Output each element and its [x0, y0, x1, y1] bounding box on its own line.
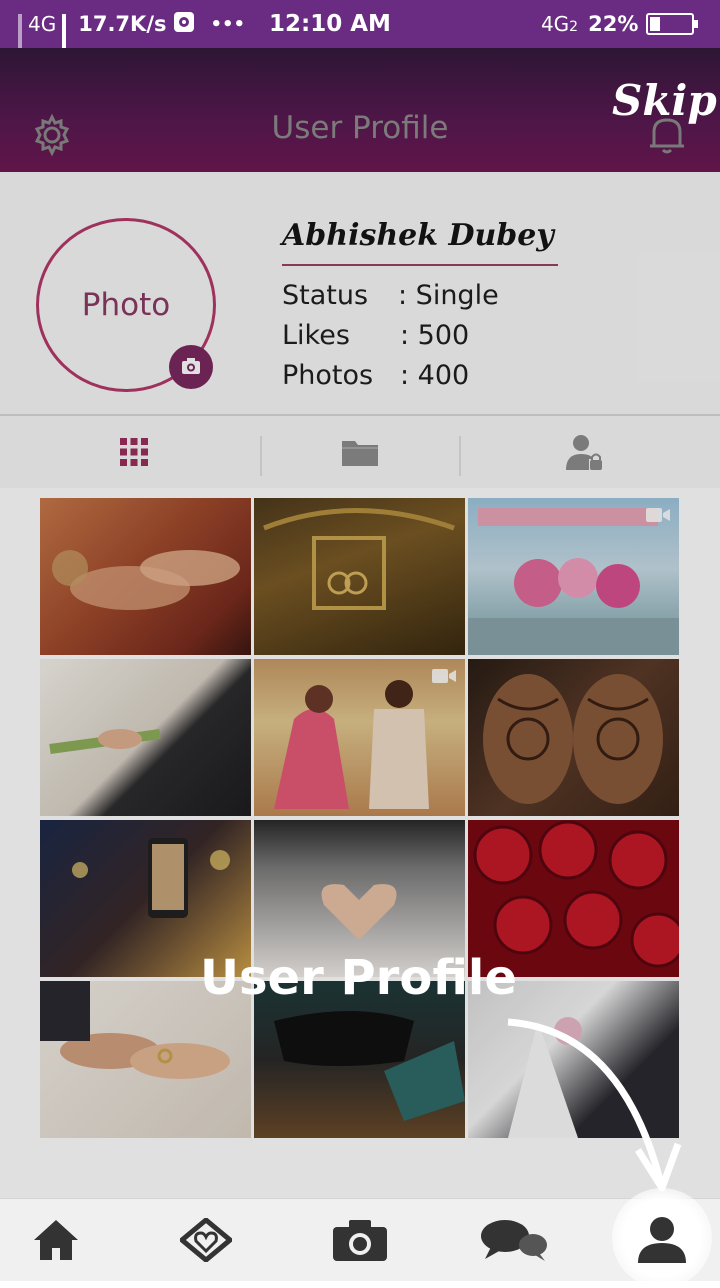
video-icon	[646, 508, 670, 522]
stat-likes: Likes : 500	[282, 320, 469, 351]
skip-button[interactable]: Skip	[612, 76, 717, 125]
nav-profile[interactable]	[614, 1200, 710, 1280]
battery-icon	[646, 13, 699, 35]
stat-label: Photos	[282, 360, 374, 391]
network-type-2: 4G2	[540, 12, 579, 36]
nav-camera[interactable]	[312, 1200, 408, 1280]
battery-percent: 22%	[588, 12, 639, 36]
stat-photos: Photos : 400	[282, 360, 469, 391]
gallery-photo[interactable]	[40, 659, 251, 816]
stat-status: Status : Single	[282, 280, 499, 311]
gallery-photo[interactable]	[468, 659, 679, 816]
signal-icon	[18, 14, 22, 62]
tab-grid[interactable]	[34, 416, 234, 488]
folder-icon	[342, 441, 378, 466]
photo-label: Photo	[81, 287, 171, 323]
arrow-icon	[507, 1018, 682, 1192]
more-dots: •••	[210, 13, 246, 35]
network-speed: 17.7K/s	[78, 12, 167, 36]
stat-value: : 400	[400, 360, 470, 391]
tab-private[interactable]	[484, 416, 684, 488]
stat-label: Status	[282, 280, 369, 311]
signal-strength-icon	[62, 14, 67, 62]
gallery-photo[interactable]	[254, 498, 465, 655]
change-photo-button[interactable]	[169, 345, 213, 389]
nav-chat[interactable]	[466, 1200, 562, 1280]
matches-icon	[180, 1218, 232, 1262]
tutorial-hint: User Profile	[200, 950, 517, 1006]
tab-folder[interactable]	[260, 416, 460, 488]
tab-separator	[260, 436, 262, 476]
network-type: 4G	[28, 12, 57, 36]
nav-home[interactable]	[8, 1200, 104, 1280]
hotspot-icon	[173, 11, 195, 38]
video-icon	[432, 669, 456, 683]
grid-icon	[120, 438, 148, 466]
gallery-photo[interactable]	[40, 498, 251, 655]
stat-label: Likes	[282, 320, 350, 351]
profile-icon	[638, 1217, 686, 1263]
gallery-photo[interactable]	[254, 659, 465, 816]
status-bar: 4G 17.7K/s ••• 12:10 AM 4G2 22%	[0, 0, 720, 62]
camera-icon	[182, 358, 200, 374]
user-name: Abhishek Dubey	[282, 218, 554, 253]
gallery-photo[interactable]	[468, 498, 679, 655]
tab-separator	[459, 436, 461, 476]
stat-value: : Single	[398, 280, 499, 311]
home-icon	[34, 1220, 78, 1260]
user-lock-icon	[566, 435, 602, 470]
clock: 12:10 AM	[269, 11, 391, 37]
profile-tabs	[0, 416, 720, 488]
camera-icon	[333, 1220, 387, 1261]
stat-value: : 500	[400, 320, 470, 351]
nav-matches[interactable]	[158, 1200, 254, 1280]
chat-icon	[481, 1220, 547, 1261]
name-underline	[282, 264, 558, 266]
